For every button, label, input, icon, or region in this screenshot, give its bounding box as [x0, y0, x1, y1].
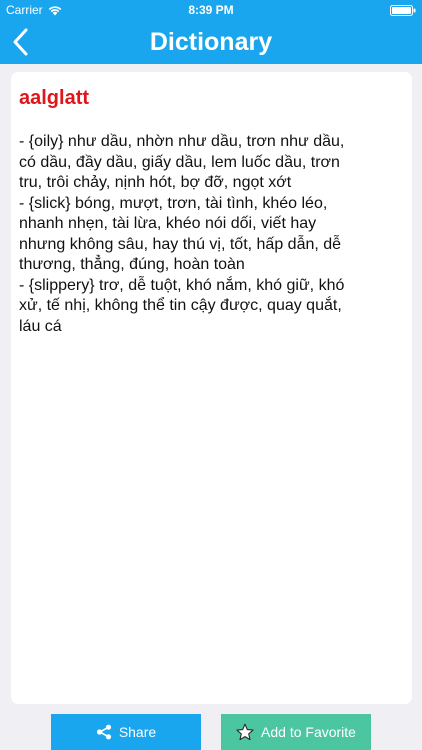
share-label: Share	[118, 724, 157, 740]
share-icon	[96, 724, 111, 740]
add-to-favorite-button[interactable]: Add to Favorite	[221, 714, 371, 750]
definition-line: xử, tế nhị, không thể tin cậy được, quay…	[19, 297, 342, 314]
definition-line: tru, trôi chảy, nịnh hót, bợ đỡ, ngọt xớ…	[19, 174, 292, 191]
page-title: Dictionary	[149, 28, 273, 56]
definition-line: nhưng không sâu, hay thú vị, tốt, hấp dẫ…	[19, 235, 342, 253]
definition-line: - {slick} bóng, mượt, trơn, tài tình, kh…	[19, 194, 328, 212]
entry-word: aalglatt	[19, 87, 90, 109]
top-bar: Carrier 8:39 PM Dictionary	[0, 0, 422, 64]
star-icon	[236, 723, 254, 741]
status-time: 8:39 PM	[188, 3, 234, 17]
definition-line: láu cá	[19, 317, 62, 335]
status-bar: Carrier 8:39 PM	[0, 0, 422, 20]
favorite-label: Add to Favorite	[261, 724, 356, 740]
nav-bar: Dictionary	[0, 20, 422, 64]
share-button[interactable]: Share	[51, 714, 201, 750]
definition-line: thương, thẳng, đúng, hoàn toàn	[19, 256, 245, 273]
definition-line: nhanh nhẹn, tài lừa, khéo nói dối, viết …	[19, 215, 317, 232]
definition-line: - {slippery} trơ, dễ tuột, khó nắm, khó …	[19, 276, 345, 294]
bottom-action-bar: Share Add to Favorite	[0, 714, 422, 750]
battery-icon	[390, 5, 416, 16]
definition-card: aalglatt - {oily} như dầu, nhờn như dầu,…	[11, 72, 412, 704]
entry-definition: - {oily} như dầu, nhờn như dầu, trơn như…	[19, 132, 404, 337]
definition-line: - {oily} như dầu, nhờn như dầu, trơn như…	[19, 133, 345, 150]
definition-line: có dầu, đầy dầu, giấy dầu, lem luốc dầu,…	[19, 153, 340, 171]
